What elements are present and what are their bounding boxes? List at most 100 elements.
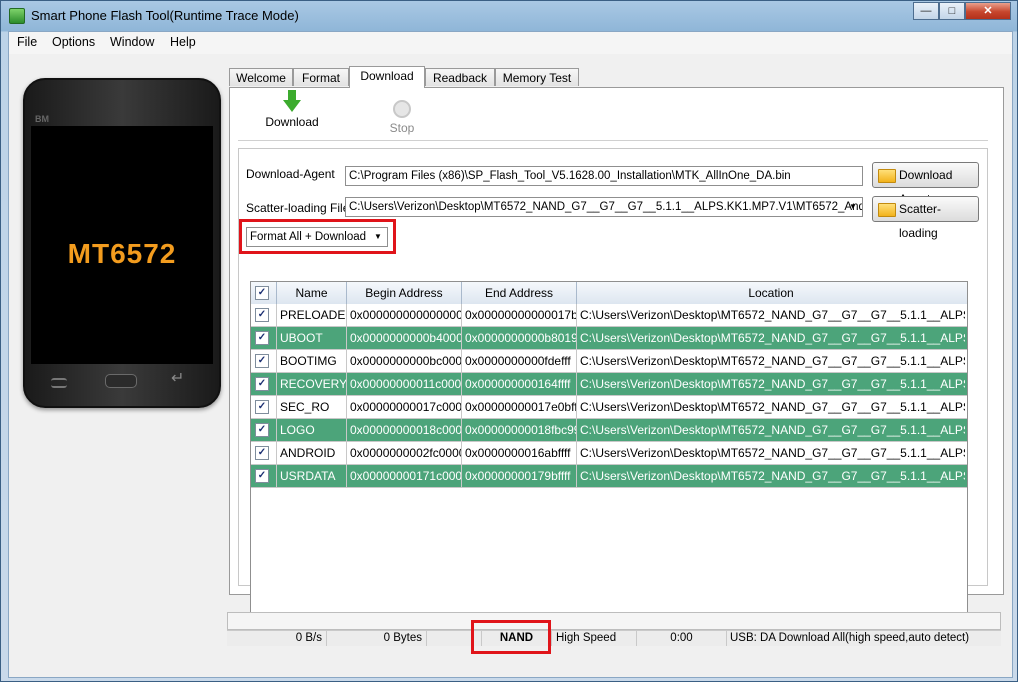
menu-help[interactable]: Help (170, 35, 196, 49)
cell-begin-address: 0x00000000018c0000 (347, 419, 462, 441)
cell-begin-address: 0x0000000000bc0000 (347, 350, 462, 372)
cell-begin-address: 0x0000000000000000 (347, 304, 462, 326)
tab-download[interactable]: Download (349, 66, 425, 88)
row-checkbox[interactable]: ✓ (255, 400, 269, 414)
col-name: Name (277, 282, 347, 304)
cell-location: C:\Users\Verizon\Desktop\MT6572_NAND_G7_… (580, 377, 965, 391)
stop-icon (393, 100, 411, 118)
cell-location: C:\Users\Verizon\Desktop\MT6572_NAND_G7_… (580, 308, 965, 322)
window-title: Smart Phone Flash Tool(Runtime Trace Mod… (31, 8, 299, 23)
folder-icon (878, 203, 896, 217)
cell-location: C:\Users\Verizon\Desktop\MT6572_NAND_G7_… (580, 354, 965, 368)
partition-table: ✓ Name Begin Address End Address Locatio… (250, 281, 968, 613)
tab-memory-test[interactable]: Memory Test (495, 68, 579, 86)
table-row[interactable]: ✓ USRDATA 0x00000000171c0000 0x00000000179b… (251, 465, 967, 488)
status-usb-speed: High Speed (552, 631, 637, 646)
phone-home-key-icon (105, 374, 137, 388)
title-bar: Smart Phone Flash Tool(Runtime Trace Mod… (1, 1, 1017, 31)
cell-checkbox: ✓ (251, 465, 277, 487)
cell-location: C:\Users\Verizon\Desktop\MT6572_NAND_G7_… (580, 331, 965, 345)
phone-menu-key-icon (51, 378, 67, 388)
cell-location: C:\Users\Verizon\Desktop\MT6572_NAND_G7_… (580, 423, 965, 437)
phone-image: BM MT6572 ↵ (23, 78, 221, 408)
cell-checkbox: ✓ (251, 396, 277, 418)
menu-window[interactable]: Window (110, 35, 154, 49)
chevron-down-icon: ▼ (849, 202, 857, 211)
cell-checkbox: ✓ (251, 304, 277, 326)
cell-location: C:\Users\Verizon\Desktop\MT6572_NAND_G7_… (580, 400, 965, 414)
maximize-button[interactable]: □ (939, 2, 965, 20)
cell-begin-address: 0x0000000002fc0000 (347, 442, 462, 464)
app-icon (9, 8, 25, 24)
row-checkbox[interactable]: ✓ (255, 469, 269, 483)
status-bar: 0 B/s 0 Bytes NAND High Speed 0:00 USB: … (227, 630, 1001, 646)
table-row[interactable]: ✓ UBOOT 0x0000000000b40000 0x0000000000b801… (251, 327, 967, 350)
download-agent-path[interactable]: C:\Program Files (x86)\SP_Flash_Tool_V5.… (345, 166, 863, 186)
scatter-path-combo[interactable]: C:\Users\Verizon\Desktop\MT6572_NAND_G7_… (345, 197, 863, 217)
menu-options[interactable]: Options (52, 35, 95, 49)
table-row[interactable]: ✓ PRELOADER 0x0000000000000000 0x0000000000… (251, 304, 967, 327)
folder-icon (878, 169, 896, 183)
row-checkbox[interactable]: ✓ (255, 377, 269, 391)
table-row[interactable]: ✓ LOGO 0x00000000018c0000 0x00000000018fbc9… (251, 419, 967, 442)
cell-begin-address: 0x00000000017c0000 (347, 396, 462, 418)
cell-end-address: 0x0000000016abffff (462, 442, 577, 464)
cell-checkbox: ✓ (251, 327, 277, 349)
scatter-label: Scatter-loading File (246, 201, 350, 215)
scatter-loading-button[interactable]: Scatter-loading (872, 196, 979, 240)
menu-file[interactable]: File (17, 35, 37, 49)
cell-name: UBOOT (277, 327, 347, 349)
row-checkbox[interactable]: ✓ (255, 331, 269, 345)
table-row[interactable]: ✓ ANDROID 0x0000000002fc0000 0x0000000016ab… (251, 442, 967, 465)
row-checkbox[interactable]: ✓ (255, 446, 269, 460)
cell-checkbox: ✓ (251, 419, 277, 441)
cell-name: RECOVERY (277, 373, 347, 395)
cell-location: C:\Users\Verizon\Desktop\MT6572_NAND_G7_… (580, 446, 965, 460)
cell-checkbox: ✓ (251, 350, 277, 372)
tab-welcome[interactable]: Welcome (229, 68, 293, 86)
toolbar: Download Stop (238, 90, 988, 141)
cell-name: BOOTIMG (277, 350, 347, 372)
phone-brand: BM (35, 114, 49, 124)
select-all-checkbox[interactable]: ✓ (255, 286, 269, 300)
minimize-button[interactable]: — (913, 2, 939, 20)
table-row[interactable]: ✓ SEC_RO 0x00000000017c0000 0x00000000017e0… (251, 396, 967, 419)
row-checkbox[interactable]: ✓ (255, 354, 269, 368)
row-checkbox[interactable]: ✓ (255, 308, 269, 322)
tab-readback[interactable]: Readback (425, 68, 495, 86)
download-tool-button[interactable]: Download (262, 90, 322, 129)
cell-name: LOGO (277, 419, 347, 441)
status-bytes: 0 Bytes (327, 631, 427, 646)
close-button[interactable]: ✕ (965, 2, 1011, 20)
cell-name: ANDROID (277, 442, 347, 464)
cell-name: USRDATA (277, 465, 347, 487)
cell-begin-address: 0x00000000011c0000 (347, 373, 462, 395)
cell-end-address: 0x0000000000b80197 (462, 327, 577, 349)
download-agent-button[interactable]: Download Agent (872, 162, 979, 206)
cell-checkbox: ✓ (251, 442, 277, 464)
phone-model-label: MT6572 (67, 238, 177, 269)
download-panel: Download Stop Download-Agent C:\Program … (229, 87, 1004, 613)
status-message: USB: DA Download All(high speed,auto det… (730, 632, 970, 644)
status-time: 0:00 (637, 631, 727, 646)
cell-end-address: 0x00000000179bffff (462, 465, 577, 487)
stop-label: Stop (389, 121, 415, 135)
annotation-box (471, 620, 551, 654)
col-location: Location (748, 286, 794, 300)
download-arrow-icon (283, 90, 301, 112)
cell-name: PRELOADER (277, 304, 347, 326)
download-agent-label: Download-Agent (246, 167, 335, 181)
cell-end-address: 0x00000000000017b87 (462, 304, 577, 326)
client-area: File Options Window Help BM MT6572 ↵ Wel… (8, 31, 1013, 678)
phone-screen: MT6572 (31, 126, 213, 364)
table-row[interactable]: ✓ RECOVERY 0x00000000011c0000 0x00000000016… (251, 373, 967, 396)
tab-format[interactable]: Format (293, 68, 349, 86)
app-window: Smart Phone Flash Tool(Runtime Trace Mod… (0, 0, 1018, 682)
table-row[interactable]: ✓ BOOTIMG 0x0000000000bc0000 0x0000000000fd… (251, 350, 967, 373)
col-begin-address: Begin Address (347, 282, 462, 304)
scatter-loading-button-label: Scatter-loading (899, 202, 942, 240)
row-checkbox[interactable]: ✓ (255, 423, 269, 437)
cell-end-address: 0x00000000017e0bff (462, 396, 577, 418)
stop-tool-button[interactable]: Stop (372, 96, 432, 135)
cell-name: SEC_RO (277, 396, 347, 418)
